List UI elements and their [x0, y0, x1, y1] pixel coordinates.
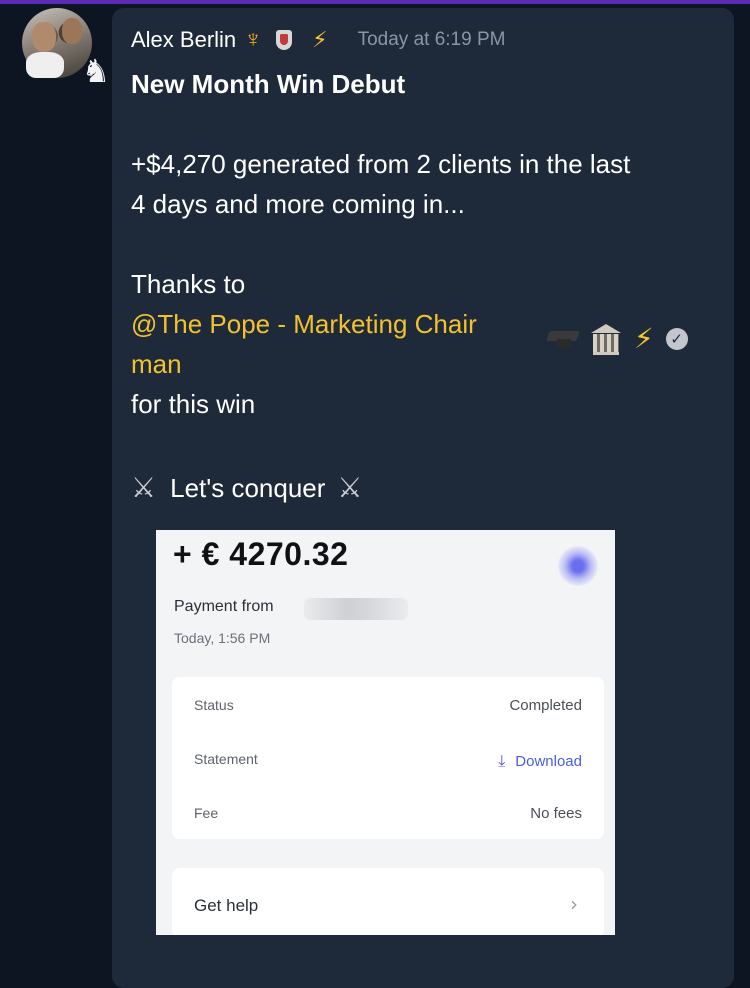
closing-text: Let's conquer: [170, 473, 326, 503]
payment-amount: + € 4270.32: [173, 536, 349, 572]
blurred-payer-name: [304, 598, 408, 620]
download-icon: ⤓: [498, 751, 506, 770]
message-body-line: 4 days and more coming in...: [131, 189, 465, 219]
fee-value: No fees: [530, 805, 582, 822]
crossed-swords-icon: ⚔: [337, 471, 363, 504]
bank-icon: [590, 323, 622, 355]
download-link[interactable]: ⤓ Download: [498, 751, 582, 771]
message-timestamp: Today at 6:19 PM: [357, 29, 506, 50]
bolt-icon: ⚡: [634, 323, 654, 354]
bolt-icon: ⚡: [312, 27, 328, 53]
status-label: Status: [194, 697, 234, 713]
get-help-label: Get help: [194, 896, 259, 915]
payment-from-label: Payment from: [174, 598, 274, 615]
top-accent-bar: [0, 0, 750, 4]
avatar-person-1: [32, 22, 56, 52]
download-label: Download: [515, 752, 582, 770]
trident-icon: ♆: [244, 26, 263, 53]
user-mention[interactable]: @The Pope - Marketing Chair: [131, 304, 477, 344]
status-value: Completed: [509, 697, 582, 714]
verified-icon: ✓: [665, 327, 688, 350]
get-help-row[interactable]: Get help ›: [172, 868, 604, 935]
crossed-swords-icon: ⚔: [131, 471, 157, 504]
payment-details-card: Status Completed Statement ⤓ Download Fe…: [172, 677, 604, 839]
message-for-win: for this win: [131, 389, 256, 419]
user-mention-continued[interactable]: man: [131, 344, 182, 384]
message-body-line: +$4,270 generated from 2 clients in the …: [131, 149, 631, 179]
mention-badges: ⚡ ✓: [548, 322, 688, 355]
avatar-shirt: [26, 52, 64, 78]
fee-label: Fee: [194, 805, 219, 821]
graduation-cap-icon: [548, 325, 578, 353]
message-title: New Month Win Debut: [131, 69, 406, 99]
payment-screenshot[interactable]: + € 4270.32 Payment from Today, 1:56 PM …: [156, 530, 615, 935]
payment-time: Today, 1:56 PM: [174, 630, 271, 646]
chevron-right-icon: ›: [570, 892, 578, 916]
message-header: Alex Berlin ♆ ⚡ Today at 6:19 PM: [131, 24, 505, 56]
avatar-person-2: [62, 18, 82, 44]
shield-icon: [276, 30, 293, 50]
message-closing: ⚔ Let's conquer ⚔: [131, 468, 363, 508]
author-name[interactable]: Alex Berlin: [131, 27, 236, 53]
statement-label: Statement: [194, 751, 258, 767]
message-thanks: Thanks to: [131, 269, 246, 299]
avatar[interactable]: ♞: [22, 8, 110, 88]
blurred-logo: [558, 546, 598, 586]
chess-knight-icon: ♞: [81, 52, 111, 90]
